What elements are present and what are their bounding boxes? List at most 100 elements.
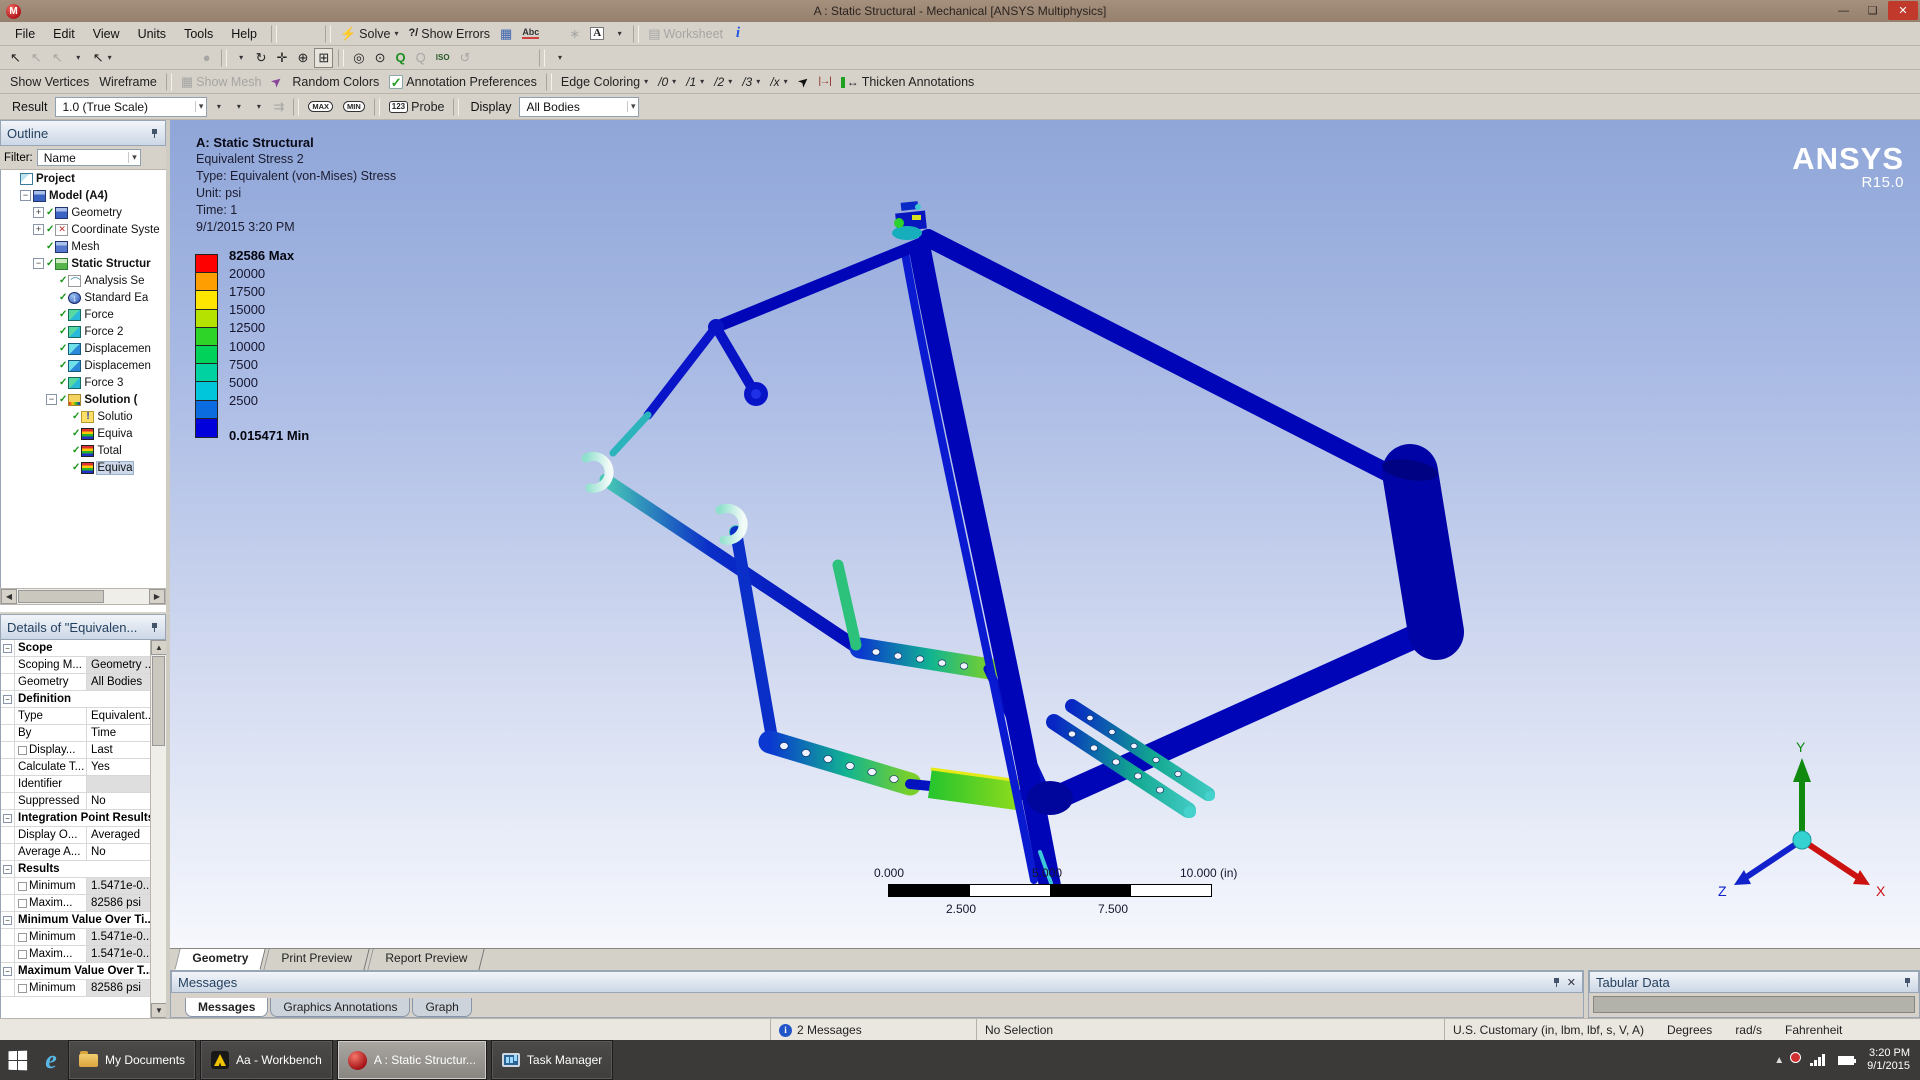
internet-explorer-icon[interactable]: e [34, 1040, 68, 1080]
ruler-button[interactable] [496, 48, 514, 68]
scroll-down-button[interactable]: ▼ [151, 1003, 166, 1018]
dart-icon[interactable]: ➤ [794, 72, 813, 92]
info-button[interactable]: i [729, 24, 747, 44]
zoom-out-button[interactable]: Q [412, 48, 430, 68]
select-body-button[interactable] [178, 48, 196, 68]
new-section-plane-button[interactable]: ▦ [496, 24, 516, 44]
tree-item[interactable]: ✓ Coordinate Syste [1, 221, 166, 238]
outline-horizontal-scrollbar[interactable]: ◀ ▶ [0, 588, 166, 605]
bike-frame-model[interactable]: Y X Z [170, 120, 1920, 948]
solve-button[interactable]: ⚡Solve▾ [336, 24, 402, 44]
contours-button[interactable]: ▾ [229, 97, 247, 117]
scroll-up-button[interactable]: ▲ [151, 640, 166, 655]
checkbox[interactable] [18, 899, 27, 908]
scroll-left-button[interactable]: ◀ [1, 589, 17, 604]
checkbox[interactable] [18, 984, 27, 993]
scrollbar-thumb[interactable] [18, 590, 104, 603]
label-select-button[interactable]: ↖ [6, 48, 25, 68]
tree-item[interactable]: ✓ Displacemen [1, 340, 166, 357]
filter-select[interactable]: Name▾ [37, 149, 141, 166]
show-vertices-button[interactable]: Show Vertices [6, 72, 93, 92]
select-vertex-button[interactable] [118, 48, 136, 68]
probe-button[interactable]: 123Probe [385, 97, 449, 117]
taskbar-button[interactable]: Task Manager [491, 1040, 613, 1080]
battery-icon[interactable] [1838, 1056, 1854, 1065]
connect-icon[interactable] [302, 24, 320, 44]
details-row[interactable]: − Maximum Value Over T... [1, 963, 150, 980]
show-hidden-icons[interactable]: ▲ [1774, 1055, 1784, 1066]
details-row[interactable]: Suppressed No [1, 793, 150, 810]
details-row[interactable]: − Integration Point Results [1, 810, 150, 827]
viewport-tab[interactable]: Geometry [174, 949, 265, 970]
tree-expander[interactable] [46, 394, 57, 405]
pin-icon[interactable] [1552, 977, 1561, 988]
tree-item[interactable]: ✓ Analysis Se [1, 272, 166, 289]
select-face-button[interactable] [158, 48, 176, 68]
graphics-viewport[interactable]: Y X Z A: Static Structural Equivalent St… [170, 120, 1920, 948]
tree-item[interactable]: Model (A4) [1, 187, 166, 204]
menu-item[interactable]: Edit [44, 25, 84, 43]
details-row[interactable]: Maxim... 82586 psi [1, 895, 150, 912]
tree-item[interactable]: ✓ Equiva [1, 459, 166, 476]
annotation-preferences-button[interactable]: ✓Annotation Preferences [385, 72, 541, 92]
select-edge-button[interactable] [138, 48, 156, 68]
show-min-button[interactable]: MIN [339, 97, 369, 117]
vector-display-button[interactable]: ⇉ [269, 97, 288, 117]
magnifier-button[interactable]: ⊙ [371, 48, 390, 68]
viewport-tab[interactable]: Print Preview [263, 949, 369, 970]
comment-button[interactable]: ∗ [565, 24, 584, 44]
tree-item[interactable]: Project [1, 170, 166, 187]
view-orientation-button[interactable]: ▾ [232, 48, 250, 68]
zoom-fit-button[interactable]: ◎ [349, 48, 368, 68]
start-button[interactable] [0, 1040, 34, 1080]
minimize-button[interactable]: — [1830, 1, 1857, 20]
edge-direction-0-button[interactable]: /0▾ [654, 72, 680, 92]
previous-view-button[interactable]: ↺ [456, 48, 475, 68]
messages-tab[interactable]: Graph [412, 998, 471, 1017]
annotation-font-button[interactable]: A [586, 24, 608, 44]
tree-item[interactable]: ✓ Force [1, 306, 166, 323]
edge-coloring-button[interactable]: Edge Coloring▾ [557, 72, 652, 92]
restore-button[interactable]: ❏ [1859, 1, 1886, 20]
checkbox[interactable] [18, 933, 27, 942]
edge-direction-3-button[interactable]: /3▾ [738, 72, 764, 92]
details-row[interactable]: − Results [1, 861, 150, 878]
details-row[interactable]: Calculate T... Yes [1, 759, 150, 776]
taskbar-button[interactable]: My Documents [68, 1040, 196, 1080]
tree-item[interactable]: ✓ Static Structur [1, 255, 166, 272]
extend-selection-button[interactable]: ● [198, 48, 216, 68]
wireframe-button[interactable]: Wireframe [95, 72, 161, 92]
tree-expander[interactable] [33, 258, 44, 269]
close-button[interactable]: ✕ [1888, 1, 1918, 20]
result-scale-select[interactable]: 1.0 (True Scale)▾ [55, 97, 207, 117]
tree-item[interactable]: ✓ Force 2 [1, 323, 166, 340]
details-vertical-scrollbar[interactable]: ▲ ▼ [150, 640, 166, 1018]
edge-display-icon[interactable]: |→| [815, 72, 835, 92]
edge-direction-2-button[interactable]: /2▾ [710, 72, 736, 92]
pick-xyz-button[interactable]: ↖ [48, 48, 67, 68]
show-mesh-button[interactable]: ▦Show Mesh [177, 72, 266, 92]
pin-icon[interactable] [150, 128, 159, 139]
pin-icon[interactable] [150, 622, 159, 633]
tree-expander[interactable] [20, 190, 31, 201]
details-row[interactable]: Scoping M... Geometry ... [1, 657, 150, 674]
messages-tab[interactable]: Messages [185, 998, 268, 1017]
tree-item[interactable]: ✓ Geometry [1, 204, 166, 221]
box-zoom-button[interactable]: ⊞ [314, 48, 333, 68]
details-row[interactable]: Maxim... 1.5471e-0... [1, 946, 150, 963]
scroll-right-button[interactable]: ▶ [149, 589, 165, 604]
details-row[interactable]: Identifier [1, 776, 150, 793]
details-row[interactable]: Average A... No [1, 844, 150, 861]
probe-dart-icon[interactable]: ➤ [267, 72, 286, 92]
taskbar-button[interactable]: Aa - Workbench [200, 1040, 333, 1080]
network-icon[interactable] [1810, 1054, 1825, 1066]
select-previous-button[interactable]: ↖ [27, 48, 46, 68]
menu-item[interactable]: Tools [175, 25, 222, 43]
tree-item[interactable]: ✓ Mesh [1, 238, 166, 255]
box-select-button[interactable]: ▾ [69, 48, 87, 68]
tree-item[interactable]: ✓ Displacemen [1, 357, 166, 374]
show-errors-button[interactable]: ?/Show Errors [404, 24, 494, 44]
close-panel-icon[interactable]: ✕ [1567, 976, 1576, 989]
checkbox[interactable] [18, 950, 27, 959]
tree-item[interactable]: ✓ Solutio [1, 408, 166, 425]
